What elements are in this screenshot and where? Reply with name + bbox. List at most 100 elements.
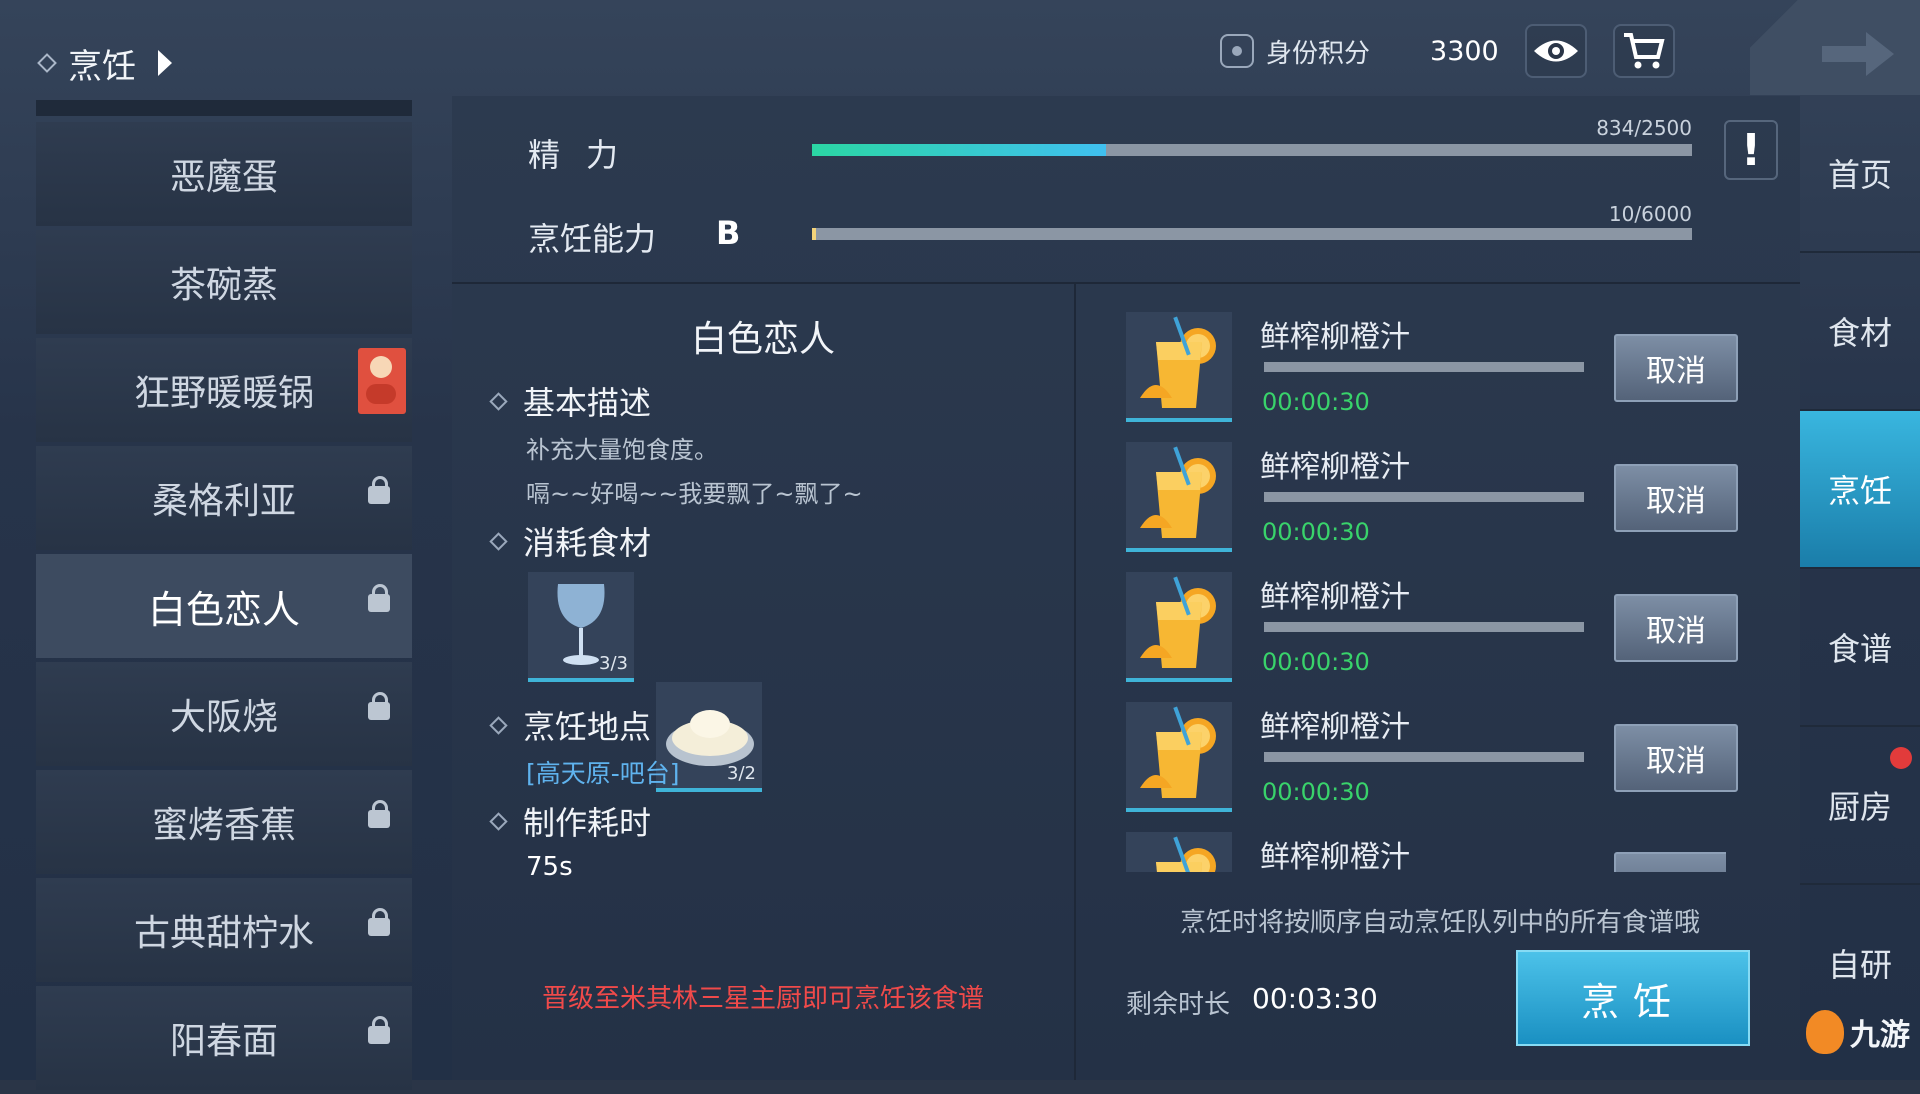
queue-item: 鲜榨柳橙汁 00:00:30 取消 — [1126, 312, 1738, 422]
nav-kitchen[interactable]: 厨房 — [1800, 727, 1920, 885]
recipe-item[interactable]: 蜜烤香蕉 — [36, 770, 412, 874]
queue-item-name: 鲜榨柳橙汁 — [1260, 580, 1410, 615]
recipe-item[interactable]: 恶魔蛋 — [36, 122, 412, 226]
remaining-value: 00:03:30 — [1252, 982, 1378, 1015]
section-label: 烹饪地点 — [523, 708, 652, 746]
cancel-button[interactable] — [1614, 852, 1726, 872]
cancel-button[interactable]: 取消 — [1614, 594, 1738, 662]
ingredient-count: 3/2 — [727, 763, 756, 784]
recipe-name: 古典甜柠水 — [133, 913, 314, 954]
divider-vertical — [1074, 284, 1076, 1080]
cancel-button[interactable]: 取消 — [1614, 464, 1738, 532]
recipe-name: 白色恋人 — [147, 587, 300, 632]
diamond-icon — [489, 391, 508, 411]
exclamation-icon: ! — [1740, 124, 1762, 176]
remaining-label: 剩余时长 — [1126, 990, 1231, 1020]
basic-desc-heading: 基本描述 — [489, 378, 652, 424]
nav-label: 厨房 — [1827, 788, 1892, 826]
nav-cooking[interactable]: 烹饪 — [1800, 411, 1920, 569]
queue-timer: 00:00:30 — [1262, 518, 1370, 546]
recipe-item[interactable]: 古典甜柠水 — [36, 878, 412, 982]
cooking-grade: B — [716, 214, 741, 252]
nav-label: 食材 — [1827, 314, 1892, 352]
cook-time-value: 75s — [526, 852, 573, 882]
queue-note: 烹饪时将按顺序自动烹饪队列中的所有食谱哦 — [1179, 908, 1700, 938]
recipe-item[interactable]: 狂野暖暖锅 — [36, 338, 412, 442]
recipe-item[interactable]: 桑格利亚 — [36, 446, 412, 550]
queue-item: 鲜榨柳橙汁 00:00:30 取消 — [1126, 702, 1738, 812]
diamond-icon — [37, 53, 57, 73]
queue-item-name: 鲜榨柳橙汁 — [1260, 320, 1410, 355]
nav-home[interactable]: 首页 — [1800, 95, 1920, 253]
id-points-value: 3300 — [1430, 35, 1499, 67]
energy-bar — [812, 144, 1692, 156]
cancel-button[interactable]: 取消 — [1614, 334, 1738, 402]
back-corner[interactable] — [1750, 0, 1920, 95]
lock-icon — [368, 476, 390, 504]
queue-progress-bar — [1264, 362, 1584, 372]
watermark: 九游 — [1806, 1010, 1910, 1054]
queue-timer: 00:00:30 — [1262, 648, 1370, 676]
orange-juice-icon — [1126, 572, 1232, 682]
recipe-name: 大阪烧 — [169, 697, 278, 738]
divider — [452, 282, 1800, 284]
cancel-button[interactable]: 取消 — [1614, 724, 1738, 792]
nav-label: 食谱 — [1827, 630, 1892, 668]
cart-icon — [1623, 33, 1665, 69]
eye-button[interactable] — [1524, 24, 1587, 78]
recipe-item[interactable]: 茶碗蒸 — [36, 230, 412, 334]
cooking-ability-value: 10/6000 — [1608, 202, 1692, 226]
ingredient-count: 3/3 — [599, 653, 628, 674]
nav-ingredients[interactable]: 食材 — [1800, 253, 1920, 411]
top-status: 身份积分 3300 — [1220, 24, 1675, 78]
queue-item: 鲜榨柳橙汁 00:00:30 取消 — [1126, 442, 1738, 552]
recipe-name: 桑格利亚 — [151, 481, 296, 522]
recipe-item[interactable]: 大阪烧 — [36, 662, 412, 766]
energy-value: 834/2500 — [1596, 116, 1692, 140]
cooking-location-link[interactable]: [高天原-吧台] — [526, 754, 680, 790]
orange-juice-icon — [1126, 312, 1232, 422]
arrow-right-icon — [1822, 32, 1894, 76]
nav-label: 首页 — [1827, 156, 1892, 194]
side-nav: 首页 食材 烹饪 食谱 厨房 自研 — [1800, 95, 1920, 1041]
recipe-title: 白色恋人 — [690, 319, 835, 360]
id-points-label: 身份积分 — [1266, 38, 1371, 69]
mascot-icon — [1806, 1010, 1844, 1054]
shop-button[interactable] — [1612, 24, 1675, 78]
recipe-item-selected[interactable]: 白色恋人 — [36, 554, 412, 658]
lock-icon — [368, 908, 390, 936]
recipe-name: 恶魔蛋 — [169, 157, 278, 198]
orange-juice-icon — [1126, 442, 1232, 552]
queue-item-name: 鲜榨柳橙汁 — [1260, 710, 1410, 745]
identity-icon — [1220, 34, 1254, 68]
cook-button[interactable]: 烹饪 — [1516, 950, 1750, 1046]
queue-progress-bar — [1264, 492, 1584, 502]
notification-dot — [1890, 747, 1912, 769]
ingredient-slot[interactable]: 3/3 — [528, 572, 634, 682]
recipe-name: 茶碗蒸 — [169, 265, 278, 306]
diamond-icon — [489, 715, 508, 735]
lock-icon — [368, 692, 390, 720]
energy-bar-fill — [812, 144, 1106, 156]
section-label: 基本描述 — [523, 384, 652, 422]
list-top-strip — [36, 100, 412, 116]
recipe-name: 蜜烤香蕉 — [151, 805, 296, 846]
section-label: 消耗食材 — [523, 524, 652, 562]
queue-item: 鲜榨柳橙汁 00:00:30 取消 — [1126, 572, 1738, 682]
recipe-item[interactable]: 阳春面 — [36, 986, 412, 1090]
diamond-icon — [489, 531, 508, 551]
desc-line: 嗝~~好喝~~我要飘了~飘了~ — [526, 480, 863, 508]
location-heading: 烹饪地点 — [489, 702, 652, 748]
recipe-name: 狂野暖暖锅 — [133, 373, 314, 414]
lock-icon — [368, 584, 390, 612]
breadcrumb[interactable]: 烹饪 — [37, 38, 172, 88]
nav-recipes[interactable]: 食谱 — [1800, 569, 1920, 727]
desc-line: 补充大量饱食度。 — [526, 436, 718, 464]
info-button[interactable]: ! — [1724, 120, 1778, 180]
unlock-requirement: 晋级至米其林三星主厨即可烹饪该食谱 — [541, 984, 984, 1014]
queue-item-name: 鲜榨柳橙汁 — [1260, 450, 1410, 485]
nav-label: 烹饪 — [1827, 472, 1892, 510]
watermark-text: 九游 — [1850, 1018, 1910, 1053]
energy-label: 精力 — [528, 136, 645, 174]
recipe-list: 恶魔蛋 茶碗蒸 狂野暖暖锅 桑格利亚 白色恋人 大阪烧 蜜烤香蕉 古典甜柠水 阳… — [36, 122, 412, 1094]
